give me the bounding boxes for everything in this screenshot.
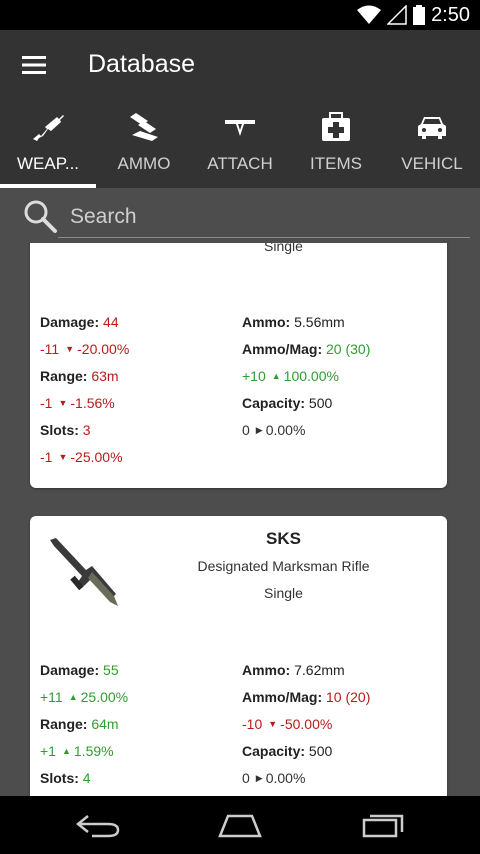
tab-label: WEAP... bbox=[16, 154, 80, 173]
tab-items[interactable]: ITEMS bbox=[288, 102, 384, 188]
ammo-icon bbox=[130, 113, 158, 141]
tab-ammo[interactable]: AMMO bbox=[96, 102, 192, 188]
home-icon bbox=[218, 814, 262, 838]
ammo-mag-delta: -10 ▼ -50.00% bbox=[242, 716, 333, 732]
category-tabs: WEAP... AMMO ATTACH ITEMS VEHICL bbox=[0, 102, 480, 188]
tab-attachments[interactable]: ATTACH bbox=[192, 102, 288, 188]
weapon-name: SKS bbox=[266, 529, 301, 548]
wifi-icon bbox=[357, 5, 382, 24]
rifle-icon bbox=[33, 115, 64, 141]
page-title: Database bbox=[88, 50, 196, 78]
slots-delta: -1 ▼ -25.00% bbox=[40, 449, 123, 465]
cell-signal-icon bbox=[387, 5, 407, 25]
damage-delta: -11 ▼ -20.00% bbox=[40, 341, 130, 357]
system-nav-bar bbox=[0, 796, 480, 854]
weapon-card[interactable]: SKS Designated Marksman Rifle Single Dam… bbox=[30, 516, 447, 796]
status-icons: 2:50 bbox=[357, 4, 470, 26]
search-bar bbox=[0, 188, 480, 243]
car-icon bbox=[418, 117, 446, 139]
status-bar: 2:50 bbox=[0, 0, 480, 30]
capacity-delta: 0 ▶ 0.00% bbox=[242, 770, 306, 786]
damage-delta: +11 ▲ 25.00% bbox=[40, 689, 129, 705]
ammo-mag-stat: Ammo/Mag: 10 (20) bbox=[242, 689, 371, 705]
hamburger-icon bbox=[22, 56, 46, 74]
ammo-stat: Ammo: 7.62mm bbox=[242, 662, 345, 678]
fire-mode: Single bbox=[264, 585, 303, 601]
range-delta: -1 ▼ -1.56% bbox=[40, 395, 115, 411]
ammo-mag-delta: +10 ▲ 100.00% bbox=[242, 368, 339, 384]
menu-button[interactable] bbox=[18, 52, 52, 80]
battery-icon bbox=[413, 5, 426, 25]
range-delta: +1 ▲ 1.59% bbox=[40, 743, 114, 759]
home-button[interactable] bbox=[216, 812, 264, 840]
weapon-type: Designated Marksman Rifle bbox=[197, 558, 370, 574]
range-stat: Range: 64m bbox=[40, 716, 119, 732]
recent-apps-icon bbox=[362, 814, 404, 838]
capacity-stat: Capacity: 500 bbox=[242, 743, 333, 759]
damage-stat: Damage: 44 bbox=[40, 314, 119, 330]
clock: 2:50 bbox=[431, 4, 470, 26]
recent-apps-button[interactable] bbox=[358, 812, 406, 840]
back-icon bbox=[75, 815, 120, 838]
medkit-icon bbox=[322, 112, 350, 141]
search-icon bbox=[24, 200, 57, 233]
ammo-stat: Ammo: 5.56mm bbox=[242, 314, 345, 330]
weapon-image bbox=[50, 538, 118, 606]
slots-stat: Slots: 3 bbox=[40, 422, 91, 438]
tab-label: ATTACH bbox=[207, 154, 273, 173]
tab-vehicles[interactable]: VEHICL bbox=[384, 102, 480, 188]
tab-label: ITEMS bbox=[310, 154, 362, 173]
tab-label: VEHICL bbox=[401, 154, 463, 173]
range-stat: Range: 63m bbox=[40, 368, 119, 384]
attachment-icon bbox=[225, 120, 255, 136]
weapon-list[interactable]: Single Damage: 44 -11▼-20.00% Range: 63m… bbox=[0, 188, 480, 796]
tab-weapons[interactable]: WEAP... bbox=[0, 102, 96, 188]
search-input[interactable] bbox=[58, 196, 470, 238]
app-bar: Database bbox=[0, 30, 480, 102]
ammo-mag-stat: Ammo/Mag: 20 (30) bbox=[242, 341, 371, 357]
capacity-delta: 0 ▶ 0.00% bbox=[242, 422, 306, 438]
capacity-stat: Capacity: 500 bbox=[242, 395, 333, 411]
tab-label: AMMO bbox=[117, 154, 171, 173]
damage-stat: Damage: 55 bbox=[40, 662, 119, 678]
slots-stat: Slots: 4 bbox=[40, 770, 91, 786]
back-button[interactable] bbox=[74, 812, 122, 840]
